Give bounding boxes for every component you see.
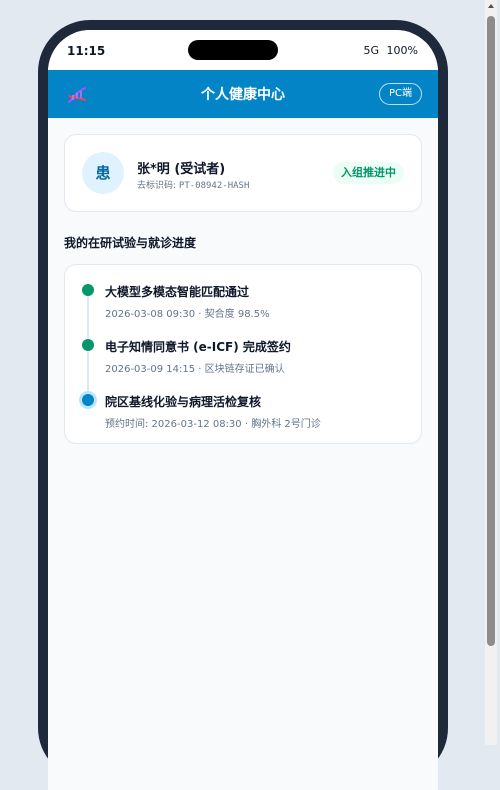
timeline-item-baseline-review[interactable]: 院区基线化验与病理活检复核 预约时间: 2026-03-12 08:30 · 胸… xyxy=(65,375,421,430)
section-title: 我的在研试验与就诊进度 xyxy=(64,236,197,250)
timeline-item-eicf[interactable]: 电子知情同意书 (e-ICF) 完成签约 2026-03-09 14:15 · … xyxy=(65,320,421,375)
patient-id-label: 去标识码: xyxy=(137,181,177,191)
status-indicators: 5G 100% xyxy=(364,44,418,57)
completed-step-dot xyxy=(82,284,94,296)
timeline-item-title: 院区基线化验与病理活检复核 xyxy=(105,395,262,409)
patient-id-code: PT-08942-HASH xyxy=(178,181,250,191)
current-step-dot xyxy=(82,394,94,406)
phone-screen: 11:15 5G 100% 个人健康中心 PC端 患 张*明 (受试者) 去标识… xyxy=(48,30,438,790)
timeline-item-meta: 2026-03-09 14:15 · 区块链存证已确认 xyxy=(105,364,285,375)
status-time: 11:15 xyxy=(67,44,106,58)
timeline-item-title: 电子知情同意书 (e-ICF) 完成签约 xyxy=(105,340,291,354)
completed-step-dot xyxy=(82,339,94,351)
status-bar: 11:15 5G 100% xyxy=(48,30,438,70)
camera-notch xyxy=(188,40,278,60)
network-indicator: 5G xyxy=(363,44,380,57)
patient-card[interactable]: 患 张*明 (受试者) 去标识码: PT-08942-HASH 入组推进中 xyxy=(64,134,422,212)
pc-view-button[interactable]: PC端 xyxy=(378,83,422,105)
timeline-item-meta: 预约时间: 2026-03-12 08:30 · 胸外科 2号门诊 xyxy=(105,419,321,430)
scrollbar-thumb[interactable] xyxy=(487,16,495,646)
timeline-item-ai-match[interactable]: 大模型多模态智能匹配通过 2026-03-08 09:30 · 契合度 98.5… xyxy=(65,265,421,320)
battery-indicator: 100% xyxy=(386,44,418,57)
patient-name: 张*明 (受试者) xyxy=(137,162,226,177)
phone-frame: 11:15 5G 100% 个人健康中心 PC端 患 张*明 (受试者) 去标识… xyxy=(38,20,448,790)
timeline-item-meta: 2026-03-08 09:30 · 契合度 98.5% xyxy=(105,309,270,320)
scroll-up-arrow-icon[interactable] xyxy=(485,0,497,12)
page-scrollbar[interactable] xyxy=(485,0,497,745)
avatar: 患 xyxy=(82,152,124,194)
progress-timeline: 大模型多模态智能匹配通过 2026-03-08 09:30 · 契合度 98.5… xyxy=(64,264,422,444)
status-badge: 入组推进中 xyxy=(333,162,404,184)
timeline-item-title: 大模型多模态智能匹配通过 xyxy=(105,285,250,299)
app-header: 个人健康中心 PC端 xyxy=(48,70,438,118)
patient-deidentified-id: 去标识码: PT-08942-HASH xyxy=(137,178,249,191)
